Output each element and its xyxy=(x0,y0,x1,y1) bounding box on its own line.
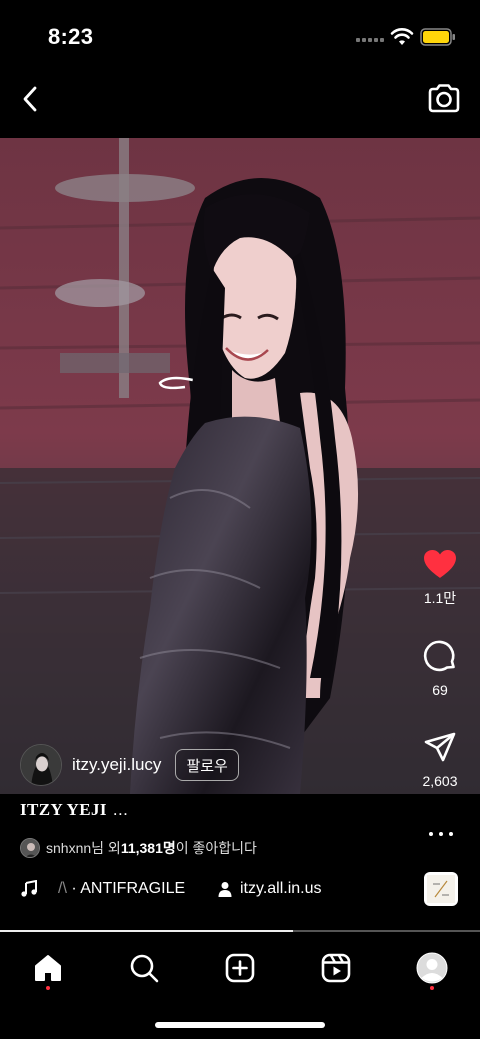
liker-avatar xyxy=(20,838,40,858)
more-options-button[interactable] xyxy=(426,822,456,846)
playback-progress-fill xyxy=(0,930,293,932)
audio-album-thumbnail[interactable] xyxy=(424,872,458,906)
like-count: 1.1만 xyxy=(423,590,457,606)
audio-track-title: · ANTIFRAGILE xyxy=(66,880,186,897)
heart-icon[interactable] xyxy=(422,548,458,580)
camera-button[interactable] xyxy=(422,76,466,120)
liker-avatar-image xyxy=(21,839,39,857)
avatar-image xyxy=(21,745,61,785)
more-dot-icon xyxy=(439,832,443,836)
avatar[interactable] xyxy=(20,744,62,786)
comment-action[interactable]: 69 xyxy=(400,638,480,698)
post-caption[interactable]: ITZY YEJI... xyxy=(20,800,128,820)
send-icon[interactable] xyxy=(423,731,457,765)
nav-home[interactable] xyxy=(28,948,68,988)
music-row: /\ · ANTIFRAGILE itzy.all.in.us xyxy=(20,872,460,906)
comment-count: 69 xyxy=(432,682,448,698)
likes-suffix-text: 이 좋아합니다 xyxy=(175,840,257,856)
author-row: itzy.yeji.lucy 팔로우 xyxy=(20,744,239,786)
caption-more[interactable]: ... xyxy=(113,800,128,819)
music-note-icon xyxy=(21,880,37,897)
follow-button[interactable]: 팔로우 xyxy=(175,749,239,781)
share-count: 2,603 xyxy=(422,773,458,789)
reels-icon xyxy=(321,953,351,983)
status-time: 8:23 xyxy=(48,24,94,49)
chevron-left-icon xyxy=(23,86,37,112)
wifi-icon xyxy=(390,28,414,45)
top-bar xyxy=(0,72,480,138)
nav-profile[interactable] xyxy=(412,948,452,988)
home-icon xyxy=(35,955,61,981)
nav-reels[interactable] xyxy=(316,948,356,988)
liked-by-row[interactable]: snhxnn 님 외 11,381명 이 좋아합니다 xyxy=(20,836,257,860)
home-indicator xyxy=(155,1022,325,1028)
album-art-image xyxy=(427,875,455,903)
like-action[interactable]: 1.1만 xyxy=(400,548,480,608)
playback-progress-bar[interactable] xyxy=(0,930,480,932)
bottom-nav xyxy=(0,934,480,998)
more-dot-icon xyxy=(449,832,453,836)
create-icon xyxy=(225,953,255,983)
likes-count: 11,381명 xyxy=(120,840,176,856)
audio-track-faded: /\ xyxy=(58,880,67,897)
audio-track-link[interactable]: /\ · ANTIFRAGILE xyxy=(58,880,185,898)
caption-text: ITZY YEJI xyxy=(20,800,107,819)
profile-icon xyxy=(416,952,448,984)
home-active-indicator xyxy=(46,986,50,990)
likes-middle-text: 님 외 xyxy=(91,840,121,856)
cellular-signal-icon xyxy=(356,37,384,43)
tagged-user[interactable]: itzy.all.in.us xyxy=(218,876,322,902)
tagged-username: itzy.all.in.us xyxy=(240,880,322,897)
nav-create[interactable] xyxy=(220,948,260,988)
nav-search[interactable] xyxy=(124,948,164,988)
status-bar: 8:23 xyxy=(0,0,480,72)
author-username[interactable]: itzy.yeji.lucy xyxy=(72,755,161,775)
share-action[interactable]: 2,603 xyxy=(400,731,480,789)
person-icon xyxy=(218,882,232,897)
back-button[interactable] xyxy=(14,78,48,120)
battery-icon xyxy=(420,28,455,46)
profile-notification-dot xyxy=(430,986,434,990)
liker-username[interactable]: snhxnn xyxy=(46,840,91,856)
search-icon xyxy=(130,954,159,983)
more-dot-icon xyxy=(429,832,433,836)
camera-icon xyxy=(428,84,460,113)
comment-icon[interactable] xyxy=(422,638,458,674)
